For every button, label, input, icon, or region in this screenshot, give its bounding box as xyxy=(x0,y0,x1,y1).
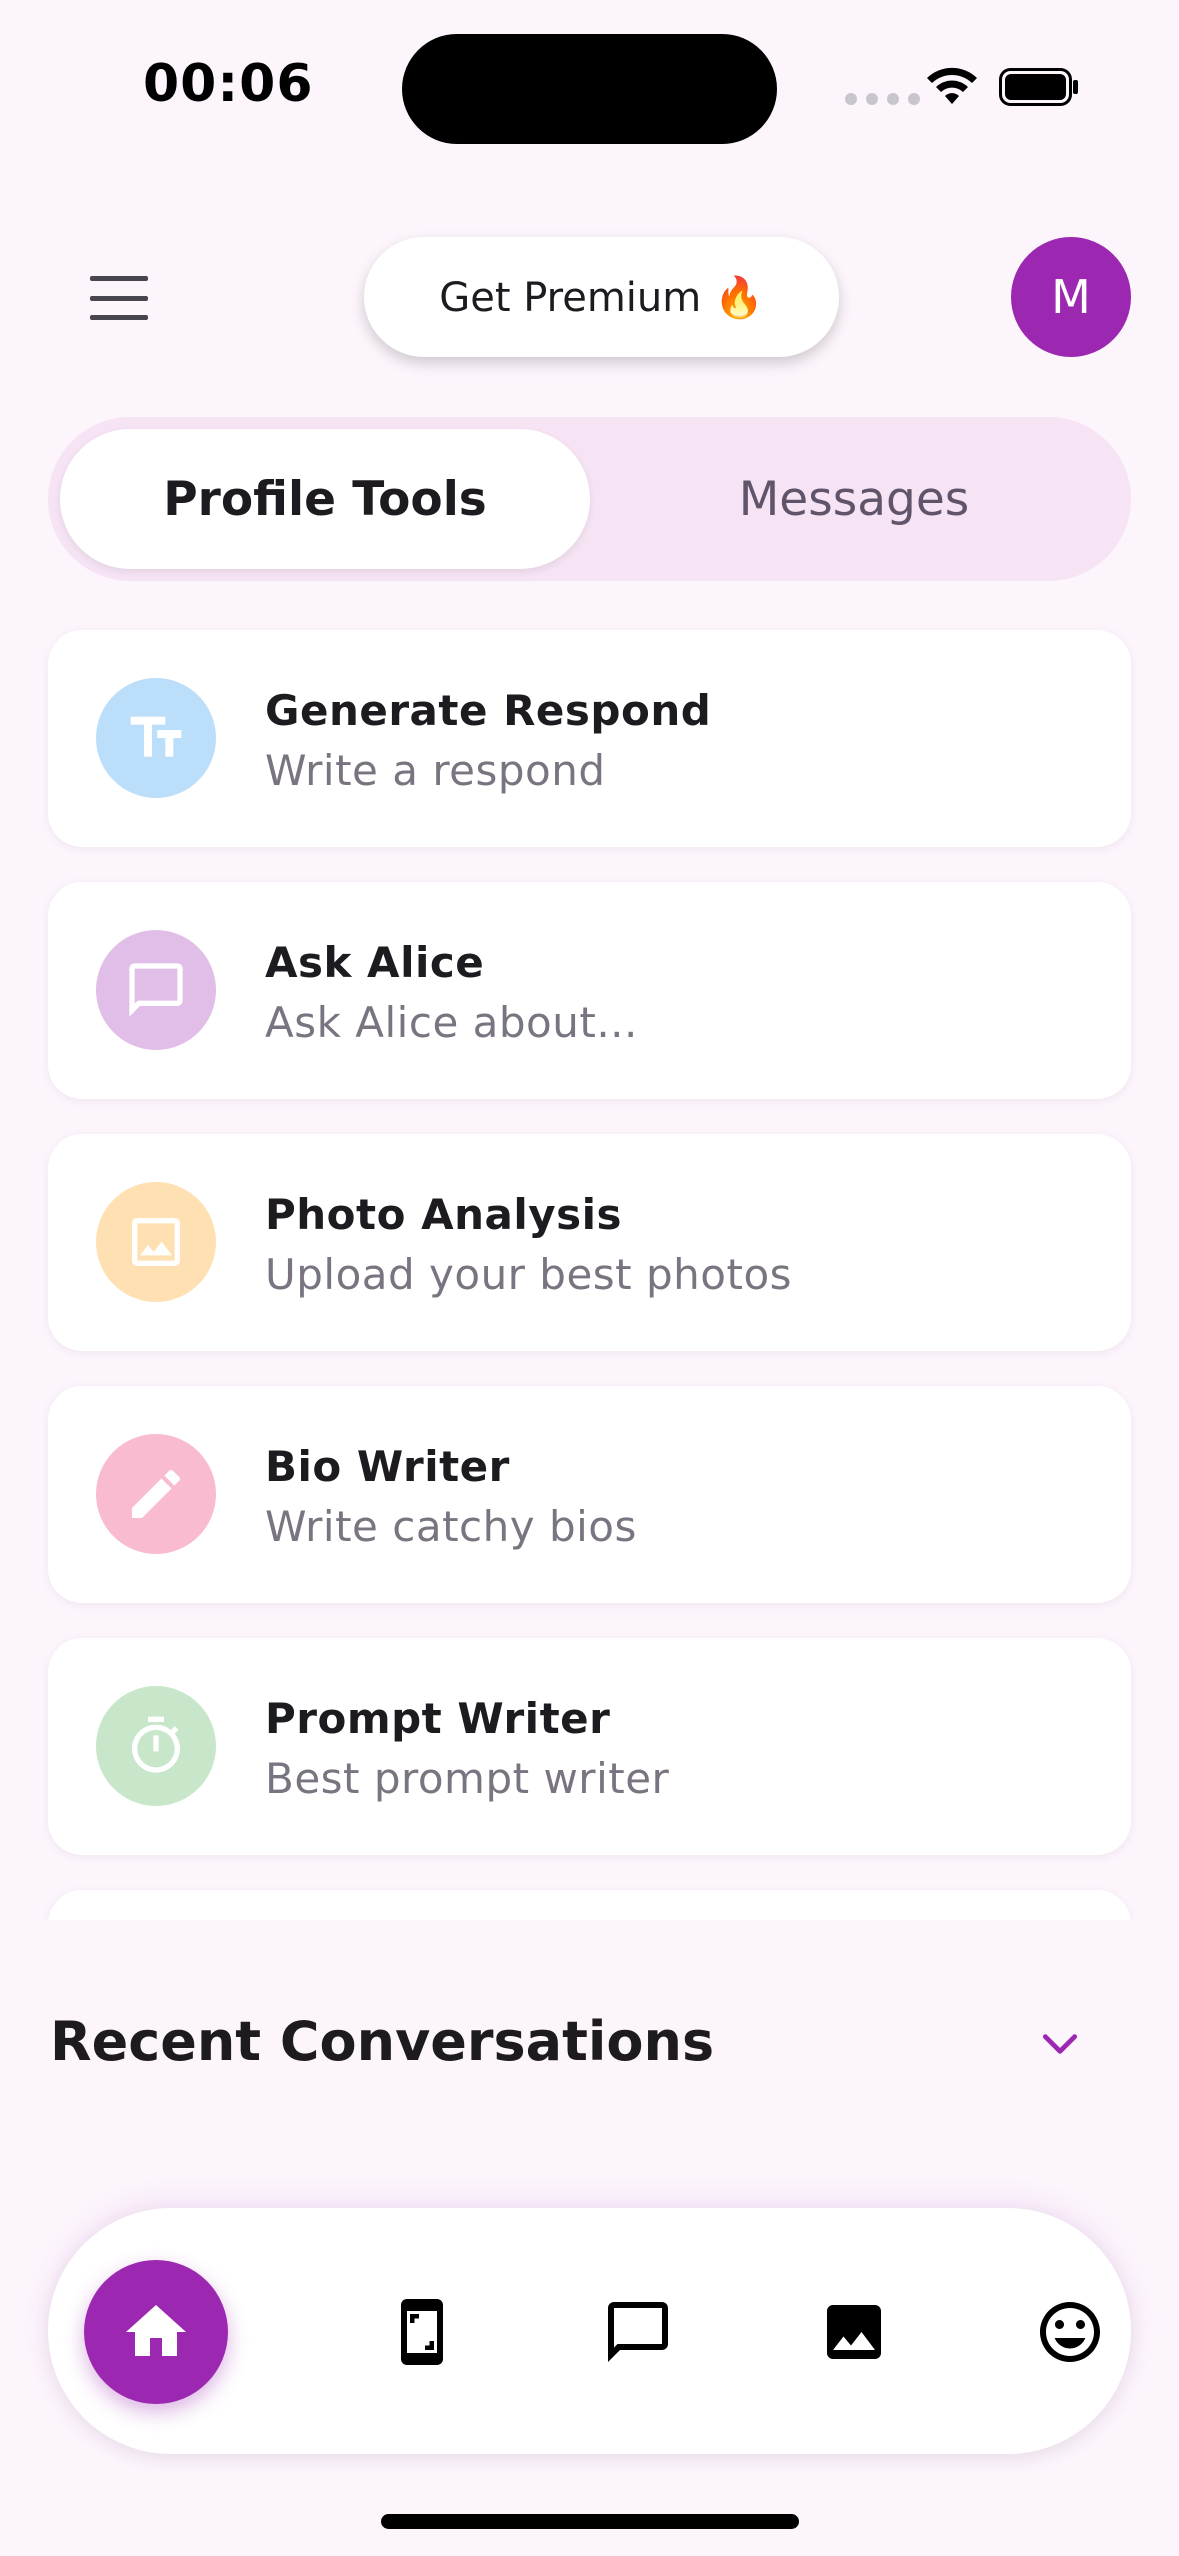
nav-home[interactable] xyxy=(84,2260,228,2404)
tool-title: Photo Analysis xyxy=(265,1190,623,1239)
chevron-down-icon[interactable] xyxy=(1038,2022,1082,2066)
nav-screenshot[interactable] xyxy=(350,2260,494,2404)
tool-card-generate-respond[interactable]: Generate Respond Write a respond xyxy=(48,630,1131,847)
avatar[interactable]: M xyxy=(1011,237,1131,357)
tab-bar: Profile Tools Messages xyxy=(48,417,1131,581)
tool-subtitle: Best prompt writer xyxy=(265,1754,670,1803)
app-screen: 00:06 Get Premium 🔥 M Profile Tools Mess… xyxy=(0,0,1179,2556)
image-icon xyxy=(96,1182,216,1302)
tools-list: Generate Respond Write a respond Ask Ali… xyxy=(0,600,1179,1920)
home-icon xyxy=(126,2305,186,2356)
nav-profile[interactable] xyxy=(998,2260,1142,2404)
tool-subtitle: Write catchy bios xyxy=(265,1502,637,1551)
tool-title: Generate Respond xyxy=(265,686,712,735)
tool-card-photo-analysis[interactable]: Photo Analysis Upload your best photos xyxy=(48,1134,1131,1351)
tool-card-partial[interactable] xyxy=(48,1890,1131,1920)
battery-icon xyxy=(999,68,1078,106)
tool-title: Prompt Writer xyxy=(265,1694,611,1743)
home-indicator xyxy=(381,2514,799,2529)
tool-subtitle: Upload your best photos xyxy=(265,1250,793,1299)
menu-icon[interactable] xyxy=(90,276,148,320)
nav-photos[interactable] xyxy=(782,2260,926,2404)
tab-profile-tools[interactable]: Profile Tools xyxy=(60,429,590,569)
pencil-icon xyxy=(96,1434,216,1554)
tool-card-bio-writer[interactable]: Bio Writer Write catchy bios xyxy=(48,1386,1131,1603)
tool-card-prompt-writer[interactable]: Prompt Writer Best prompt writer xyxy=(48,1638,1131,1855)
timer-icon xyxy=(96,1686,216,1806)
smiley-icon xyxy=(1040,2302,1100,2362)
chat-bubble-icon xyxy=(608,2302,668,2362)
get-premium-label: Get Premium 🔥 xyxy=(439,274,764,321)
dynamic-island xyxy=(402,34,777,144)
tool-subtitle: Write a respond xyxy=(265,746,606,795)
text-format-icon xyxy=(96,678,216,798)
chat-bubble-icon xyxy=(96,930,216,1050)
image-icon xyxy=(827,2305,881,2359)
cellular-signal-icon xyxy=(845,93,920,105)
status-time: 00:06 xyxy=(143,54,314,114)
tool-title: Ask Alice xyxy=(265,938,485,987)
tool-subtitle: Ask Alice about... xyxy=(265,998,638,1047)
bottom-navigation xyxy=(48,2208,1131,2454)
phone-screenshot-icon xyxy=(401,2299,443,2365)
nav-messages[interactable] xyxy=(566,2260,710,2404)
get-premium-button[interactable]: Get Premium 🔥 xyxy=(364,237,839,357)
recent-conversations-title: Recent Conversations xyxy=(50,2010,715,2073)
tool-card-ask-alice[interactable]: Ask Alice Ask Alice about... xyxy=(48,882,1131,1099)
tool-title: Bio Writer xyxy=(265,1442,510,1491)
wifi-icon xyxy=(927,67,977,104)
tab-messages[interactable]: Messages xyxy=(589,429,1119,569)
